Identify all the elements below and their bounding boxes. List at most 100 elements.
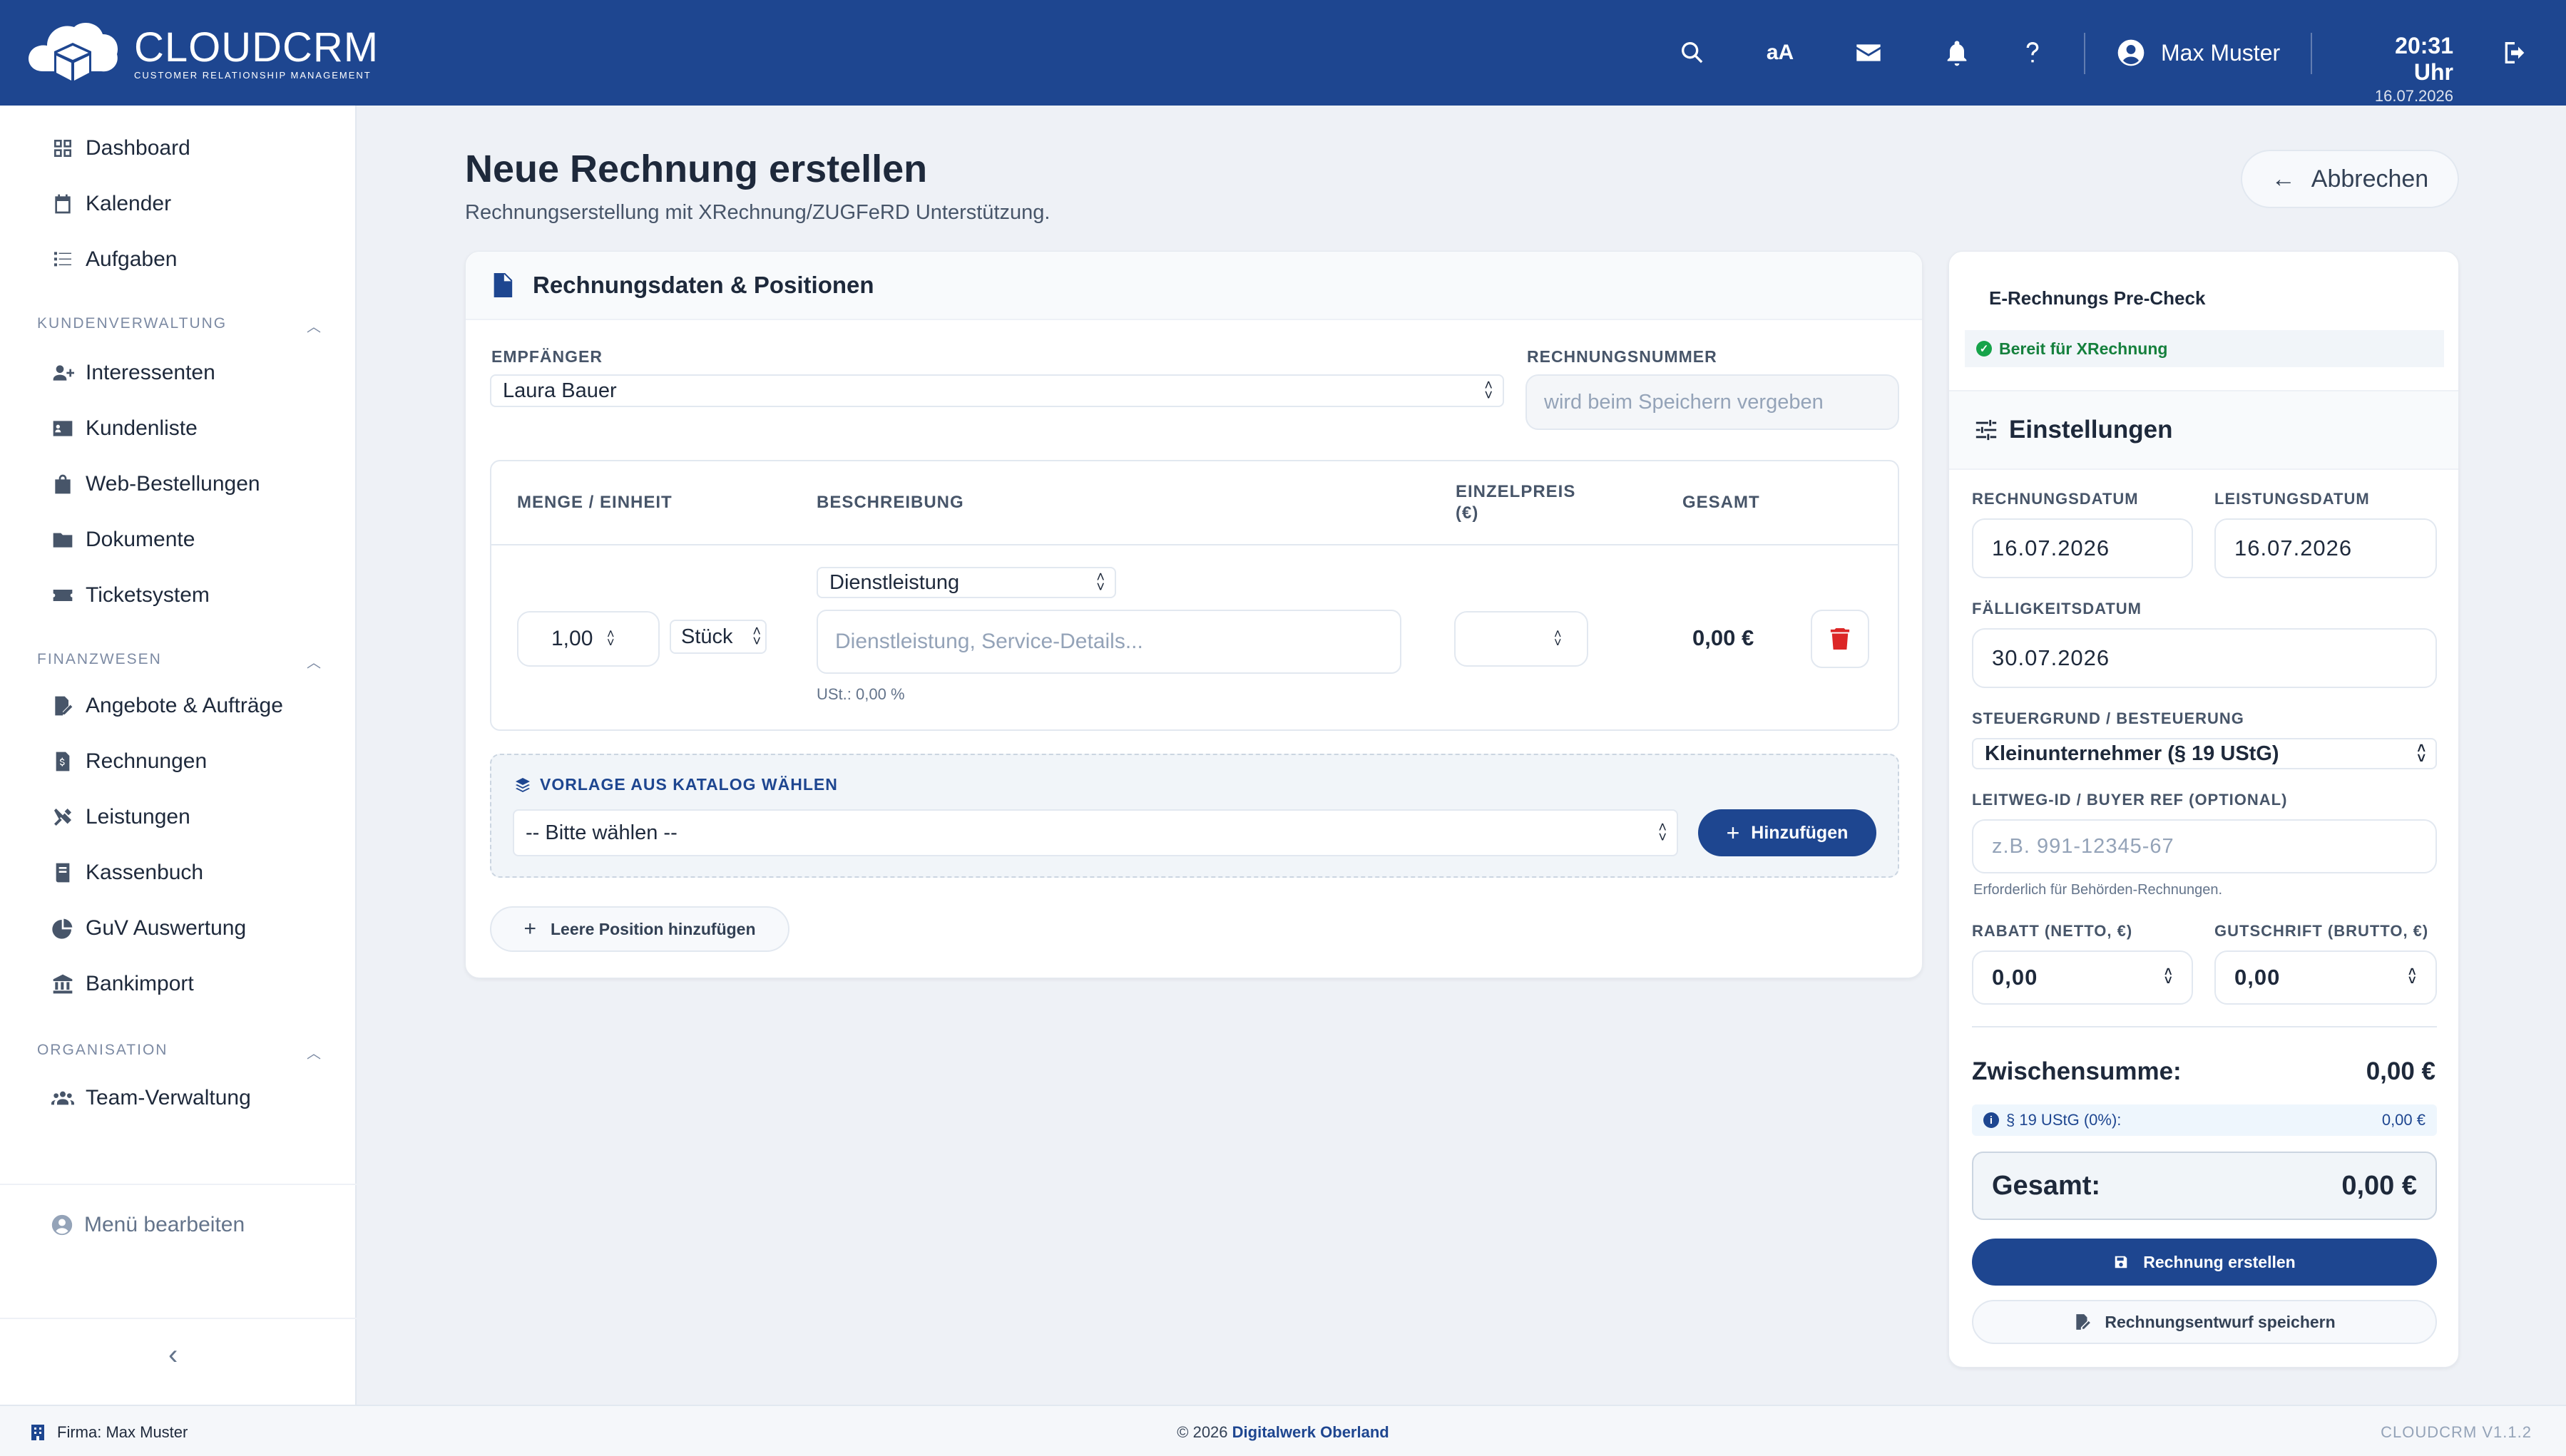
table-header: MENGE / EINHEIT BESCHREIBUNG EINZELPREIS… <box>491 461 1898 545</box>
add-empty-position-button[interactable]: + Leere Position hinzufügen <box>490 906 789 952</box>
card-header: Rechnungsdaten & Positionen <box>466 252 1922 320</box>
address-card-icon <box>50 416 76 441</box>
catalog-section: VORLAGE AUS KATALOG WÄHLEN -- Bitte wähl… <box>490 754 1899 878</box>
section-header-finanzwesen[interactable]: FINANZWESEN ︿ <box>37 651 322 672</box>
sidebar-item-label: GuV Auswertung <box>86 916 247 940</box>
select-arrows-icon: ˄ ˅ <box>1096 570 1105 595</box>
sliders-icon <box>1975 419 1997 441</box>
column-header-desc: BESCHREIBUNG <box>817 493 964 512</box>
sidebar-item-dashboard[interactable]: Dashboard <box>50 130 190 166</box>
folder-icon <box>50 527 76 553</box>
leitweg-input[interactable]: z.B. 991-12345-67 <box>1972 819 2437 873</box>
sidebar-item-label: Dashboard <box>86 136 190 160</box>
due-date-label: FÄLLIGKEITSDATUM <box>1972 600 2142 617</box>
sidebar-item-leistungen[interactable]: Leistungen <box>50 799 190 835</box>
sidebar-item-label: Kassenbuch <box>86 861 204 884</box>
sidebar-item-label: Interessenten <box>86 361 215 384</box>
stepper-arrows-icon: ˄ ˅ <box>1554 627 1562 650</box>
sidebar-item-guv[interactable]: GuV Auswertung <box>50 911 246 946</box>
invoice-number-label: RECHNUNGSNUMMER <box>1527 347 1717 366</box>
unit-price-input[interactable]: ˄ ˅ <box>1454 611 1588 667</box>
credit-input[interactable]: 0,00 ˄ ˅ <box>2214 950 2437 1005</box>
logout-icon[interactable] <box>2498 36 2532 70</box>
logo[interactable]: CLOUDCRM CUSTOMER RELATIONSHIP MANAGEMEN… <box>26 19 379 88</box>
shopping-bag-icon <box>50 471 76 497</box>
user-circle-icon <box>2117 39 2145 66</box>
section-header-organisation[interactable]: ORGANISATION ︿ <box>37 1042 322 1062</box>
cloud-cube-icon <box>29 23 118 84</box>
due-date-value: 30.07.2026 <box>1992 645 2110 670</box>
user-menu[interactable]: Max Muster <box>2115 37 2280 68</box>
collapse-sidebar-icon[interactable]: ‹ <box>168 1339 178 1371</box>
leitweg-label: LEITWEG-ID / BUYER REF (OPTIONAL) <box>1972 791 2288 809</box>
sidebar-item-tasks[interactable]: Aufgaben <box>50 242 177 277</box>
invoice-date-label: RECHNUNGSDATUM <box>1972 490 2139 508</box>
tax-summary-row: i § 19 UStG (0%): 0,00 € <box>1972 1104 2437 1136</box>
sidebar-item-kundenliste[interactable]: Kundenliste <box>50 411 198 446</box>
select-arrows-icon: ˄ ˅ <box>2417 741 2426 767</box>
help-icon[interactable] <box>2015 36 2050 70</box>
sidebar-item-angebote[interactable]: Angebote & Aufträge <box>50 688 283 724</box>
recipient-value: Laura Bauer <box>503 379 617 402</box>
sidebar-item-web-bestellungen[interactable]: Web-Bestellungen <box>50 466 260 502</box>
sidebar-item-calendar[interactable]: Kalender <box>50 186 171 222</box>
sidebar-item-label: Ticketsystem <box>86 583 210 607</box>
create-invoice-button[interactable]: Rechnung erstellen <box>1972 1239 2437 1286</box>
sidebar-item-interessenten[interactable]: Interessenten <box>50 355 215 391</box>
invoice-date-input[interactable]: 16.07.2026 <box>1972 518 2193 578</box>
plus-icon: + <box>523 917 536 940</box>
quantity-stepper[interactable]: 1,00 ˄ ˅ <box>517 611 660 667</box>
bell-icon[interactable] <box>1940 36 1974 70</box>
sidebar-item-dokumente[interactable]: Dokumente <box>50 522 195 558</box>
invoice-date-value: 16.07.2026 <box>1992 535 2110 560</box>
tax-select[interactable]: Kleinunternehmer (§ 19 UStG) ˄ ˅ <box>1972 738 2437 769</box>
save-draft-button[interactable]: Rechnungsentwurf speichern <box>1972 1300 2437 1344</box>
service-date-value: 16.07.2026 <box>2234 535 2353 560</box>
stepper-arrows-icon: ˄ ˅ <box>2408 965 2417 988</box>
mail-icon[interactable] <box>1851 36 1886 70</box>
search-icon[interactable] <box>1675 36 1709 70</box>
tax-row-value: 0,00 € <box>2381 1111 2426 1129</box>
sidebar-item-ticketsystem[interactable]: Ticketsystem <box>50 578 210 613</box>
unit-select[interactable]: Stück ˄ ˅ <box>670 620 767 654</box>
header-divider <box>2084 33 2085 74</box>
credit-label: GUTSCHRIFT (BRUTTO, €) <box>2214 922 2429 940</box>
precheck-status-text: Bereit für XRechnung <box>1999 339 2168 358</box>
service-date-input[interactable]: 16.07.2026 <box>2214 518 2437 578</box>
description-placeholder: Dienstleistung, Service-Details... <box>835 630 1143 653</box>
due-date-input[interactable]: 30.07.2026 <box>1972 628 2437 688</box>
save-icon <box>2115 1256 2127 1268</box>
description-textarea[interactable]: Dienstleistung, Service-Details... <box>817 610 1401 674</box>
sidebar-item-label: Leistungen <box>86 805 190 829</box>
sidebar-divider <box>0 1184 357 1185</box>
cancel-button[interactable]: ← Abbrechen <box>2241 150 2459 208</box>
copyright-prefix: © 2026 <box>1177 1423 1228 1441</box>
delete-row-button[interactable] <box>1811 610 1869 668</box>
info-icon: i <box>1983 1112 1999 1128</box>
version: CLOUDCRM V1.1.2 <box>2381 1423 2532 1441</box>
save-draft-label: Rechnungsentwurf speichern <box>2105 1312 2336 1331</box>
subtotal-value: 0,00 € <box>2366 1057 2435 1085</box>
quantity-value: 1,00 <box>551 627 593 650</box>
recipient-select[interactable]: Laura Bauer ˄ ˅ <box>490 374 1504 407</box>
calendar-icon <box>50 191 76 217</box>
catalog-select[interactable]: -- Bitte wählen -- ˄ ˅ <box>513 809 1678 856</box>
sidebar-item-team[interactable]: Team-Verwaltung <box>50 1080 251 1116</box>
book-icon <box>50 860 76 886</box>
arrow-left-icon: ← <box>2271 165 2296 193</box>
sidebar-item-bankimport[interactable]: Bankimport <box>50 966 194 1002</box>
discount-input[interactable]: 0,00 ˄ ˅ <box>1972 950 2193 1005</box>
column-header-unit-price: EINZELPREIS (€) <box>1456 482 1576 523</box>
sidebar-item-rechnungen[interactable]: Rechnungen <box>50 744 207 779</box>
invoice-number-input[interactable]: wird beim Speichern vergeben <box>1525 374 1899 430</box>
menu-edit-button[interactable]: Menü bearbeiten <box>50 1213 245 1237</box>
sidebar-item-kassenbuch[interactable]: Kassenbuch <box>50 855 203 891</box>
position-type-select[interactable]: Dienstleistung ˄ ˅ <box>817 567 1116 598</box>
credit-value: 0,00 <box>2234 965 2281 990</box>
font-size-toggle[interactable]: aA <box>1759 36 1801 70</box>
section-header-kundenverwaltung[interactable]: KUNDENVERWALTUNG ︿ <box>37 315 322 336</box>
add-from-catalog-button[interactable]: + Hinzufügen <box>1698 809 1876 856</box>
service-date-label: LEISTUNGSDATUM <box>2214 490 2370 508</box>
copyright-link[interactable]: Digitalwerk Oberland <box>1232 1423 1389 1441</box>
sidebar-item-label: Web-Bestellungen <box>86 472 260 496</box>
